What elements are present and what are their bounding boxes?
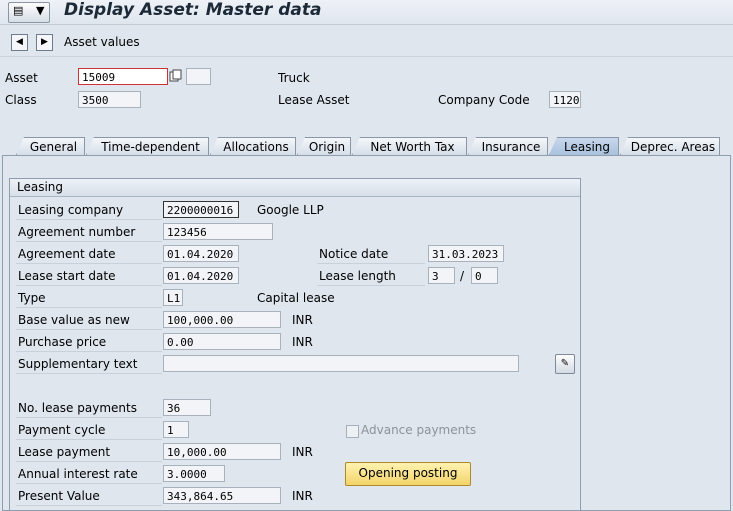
- base-value-field[interactable]: 100,000.00: [163, 311, 281, 328]
- interest-rate-label: Annual interest rate: [16, 464, 162, 484]
- interest-rate-field[interactable]: 3.0000: [163, 465, 225, 482]
- notice-date-field[interactable]: 31.03.2023: [428, 245, 504, 262]
- lease-length-label: Lease length: [317, 266, 425, 286]
- asset-subnumber-field[interactable]: [186, 68, 211, 85]
- class-description: Lease Asset: [278, 93, 350, 107]
- purchase-price-field[interactable]: 0.00: [163, 333, 281, 350]
- class-field[interactable]: 3500: [78, 91, 141, 108]
- type-field[interactable]: L1: [163, 289, 183, 306]
- tab-deprec-areas[interactable]: Deprec. Areas: [620, 137, 720, 155]
- present-value-currency: INR: [292, 489, 313, 503]
- lease-length-years-field[interactable]: 3: [428, 267, 455, 284]
- chevron-down-icon: ▼: [36, 4, 45, 17]
- company-code-field[interactable]: 1120: [549, 91, 581, 108]
- lease-payment-label: Lease payment: [16, 442, 162, 462]
- present-value-label: Present Value: [16, 486, 162, 506]
- type-description: Capital lease: [257, 291, 335, 305]
- menu-icon: ▤: [13, 4, 24, 17]
- lease-length-periods-field[interactable]: 0: [471, 267, 498, 284]
- tab-net-worth-tax[interactable]: Net Worth Tax: [352, 137, 467, 155]
- type-label: Type: [16, 288, 162, 308]
- purchase-price-label: Purchase price: [16, 332, 162, 352]
- asset-values-button[interactable]: Asset values: [64, 35, 140, 49]
- lease-payment-currency: INR: [292, 445, 313, 459]
- agreement-date-label: Agreement date: [16, 244, 162, 264]
- asset-label: Asset: [5, 71, 38, 85]
- asset-description: Truck: [278, 71, 310, 85]
- next-record-icon[interactable]: ▶: [36, 34, 53, 51]
- leasing-group-title: Leasing: [17, 180, 64, 194]
- lease-start-date-field[interactable]: 01.04.2020: [163, 267, 239, 284]
- purchase-price-currency: INR: [292, 335, 313, 349]
- asset-number-field[interactable]: 15009: [78, 68, 168, 85]
- tab-insurance[interactable]: Insurance: [468, 137, 548, 155]
- leasing-company-label: Leasing company: [16, 200, 162, 220]
- supplementary-text-field[interactable]: [163, 355, 519, 372]
- leasing-company-name: Google LLP: [257, 203, 324, 217]
- agreement-number-label: Agreement number: [16, 222, 162, 242]
- base-value-currency: INR: [292, 313, 313, 327]
- base-value-label: Base value as new: [16, 310, 162, 330]
- tab-time-dependent[interactable]: Time-dependent: [86, 137, 209, 155]
- advance-payments-label: Advance payments: [361, 423, 477, 437]
- long-text-edit-icon[interactable]: ✎: [555, 354, 575, 374]
- present-value-field[interactable]: 343,864.65: [163, 487, 281, 504]
- num-lease-payments-label: No. lease payments: [16, 398, 162, 418]
- opening-posting-button[interactable]: Opening posting: [345, 462, 471, 486]
- lease-payment-field[interactable]: 10,000.00: [163, 443, 281, 460]
- class-label: Class: [5, 93, 37, 107]
- supplementary-text-label: Supplementary text: [16, 354, 162, 374]
- tab-general[interactable]: General: [16, 137, 85, 155]
- copy-icon[interactable]: [169, 69, 183, 84]
- previous-record-icon[interactable]: ◀: [11, 34, 28, 51]
- page-title: Display Asset: Master data: [64, 0, 322, 20]
- lease-start-date-label: Lease start date: [16, 266, 162, 286]
- tab-origin[interactable]: Origin: [297, 137, 351, 155]
- agreement-date-field[interactable]: 01.04.2020: [163, 245, 239, 262]
- leasing-company-field[interactable]: 2200000016: [163, 201, 239, 218]
- agreement-number-field[interactable]: 123456: [163, 223, 273, 240]
- tab-leasing[interactable]: Leasing: [549, 137, 619, 155]
- leasing-group-header: [10, 179, 580, 197]
- advance-payments-checkbox[interactable]: [346, 425, 359, 438]
- lease-length-separator: /: [460, 269, 465, 283]
- payment-cycle-field[interactable]: 1: [163, 421, 189, 438]
- menu-button[interactable]: ▤ ▼: [8, 2, 50, 23]
- tab-allocations[interactable]: Allocations: [210, 137, 296, 155]
- num-lease-payments-field[interactable]: 36: [163, 399, 211, 416]
- notice-date-label: Notice date: [317, 244, 425, 264]
- company-code-label: Company Code: [438, 93, 530, 107]
- payment-cycle-label: Payment cycle: [16, 420, 162, 440]
